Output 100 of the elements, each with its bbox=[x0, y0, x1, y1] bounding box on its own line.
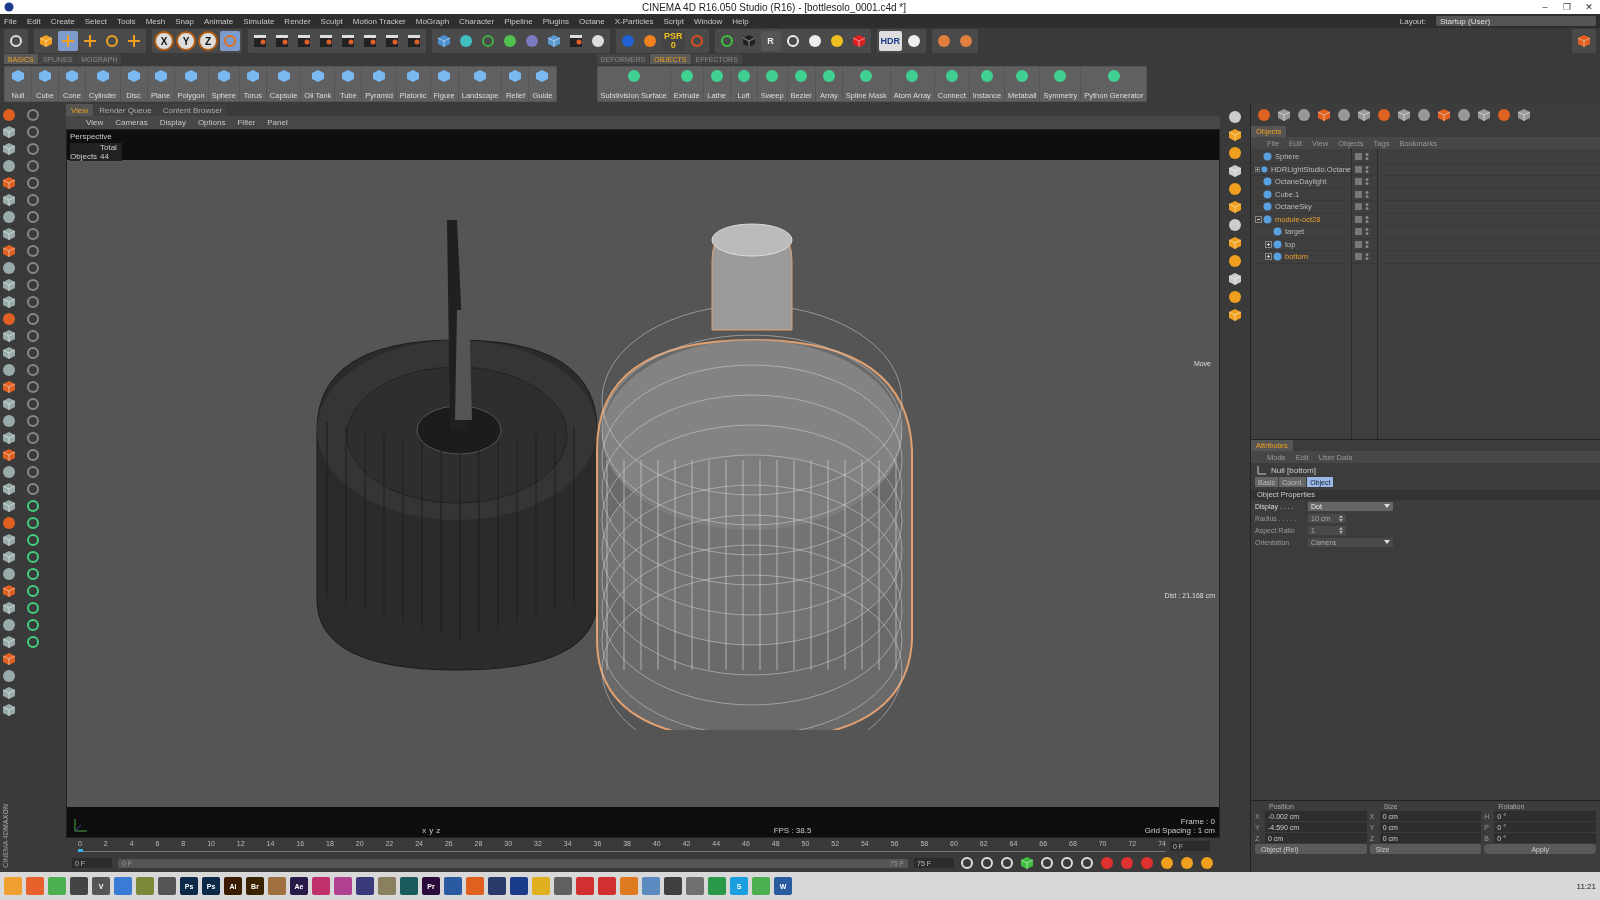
axis-lock-button[interactable]: Y bbox=[176, 31, 196, 51]
cross-icon[interactable] bbox=[127, 34, 141, 48]
expand-toggle-icon[interactable] bbox=[1265, 253, 1272, 261]
menu-item[interactable]: Snap bbox=[175, 16, 194, 26]
cube-icon[interactable] bbox=[547, 34, 561, 48]
keyframe-icon[interactable] bbox=[1100, 856, 1114, 870]
tool-icon[interactable] bbox=[2, 176, 16, 190]
view-menu-item[interactable]: Filter bbox=[237, 118, 256, 127]
manager-icon[interactable] bbox=[1517, 108, 1531, 122]
window-control[interactable]: ❐ bbox=[1556, 2, 1578, 12]
view-menu-item[interactable]: Panel bbox=[267, 118, 288, 127]
cube-icon[interactable] bbox=[2, 703, 16, 717]
view-menu-item[interactable]: Options bbox=[197, 118, 226, 127]
tool-icon[interactable] bbox=[1228, 164, 1242, 178]
tool-icon[interactable] bbox=[2, 346, 16, 360]
cube-icon[interactable] bbox=[2, 363, 16, 377]
tool-icon[interactable] bbox=[1228, 218, 1242, 232]
cube-icon[interactable] bbox=[437, 34, 451, 48]
render-region-button[interactable]: R bbox=[760, 31, 781, 51]
tool-icon[interactable] bbox=[2, 210, 16, 224]
tool-icon[interactable] bbox=[2, 227, 16, 241]
window-control[interactable]: ✕ bbox=[1578, 2, 1600, 12]
menu-item[interactable]: Render bbox=[284, 16, 311, 26]
tool-icon[interactable] bbox=[1228, 200, 1242, 214]
cube-icon[interactable] bbox=[2, 193, 16, 207]
layout-dropdown[interactable]: Startup (User) bbox=[1436, 16, 1596, 26]
tool-icon[interactable] bbox=[2, 329, 16, 343]
manager-icon[interactable] bbox=[1477, 108, 1491, 122]
manager-icon[interactable] bbox=[1397, 108, 1411, 122]
tool-icon[interactable] bbox=[2, 601, 16, 615]
menu-item[interactable]: Mesh bbox=[145, 16, 166, 26]
tool-icon[interactable] bbox=[2, 414, 16, 428]
circle-icon[interactable] bbox=[807, 34, 822, 48]
circle-icon[interactable] bbox=[591, 34, 605, 48]
menu-item[interactable]: Sculpt bbox=[320, 16, 343, 26]
tool-icon[interactable] bbox=[2, 380, 16, 394]
cube-icon[interactable] bbox=[2, 533, 16, 547]
clapperboard-icon[interactable] bbox=[253, 34, 267, 48]
hdr-button[interactable]: HDR bbox=[878, 31, 902, 51]
menu-item[interactable]: Simulate bbox=[243, 16, 275, 26]
circle-icon[interactable] bbox=[503, 34, 517, 48]
menu-item[interactable]: Motion Tracker bbox=[352, 16, 406, 26]
collapse-toggle-icon[interactable] bbox=[1255, 215, 1262, 223]
menu-item[interactable]: Character bbox=[459, 16, 495, 26]
window-control[interactable]: – bbox=[1534, 2, 1556, 12]
tool-icon[interactable] bbox=[2, 669, 16, 683]
tool-icon[interactable] bbox=[1228, 254, 1242, 268]
clapperboard-icon[interactable] bbox=[319, 34, 333, 48]
tool-icon[interactable] bbox=[2, 567, 16, 581]
tool-icon[interactable] bbox=[2, 499, 16, 513]
keyframe-icon[interactable] bbox=[1140, 856, 1154, 870]
cube-icon[interactable] bbox=[2, 108, 16, 122]
manager-icon[interactable] bbox=[1417, 108, 1431, 122]
view-tab[interactable]: Content Browser bbox=[157, 104, 228, 116]
tool-icon[interactable] bbox=[2, 686, 16, 700]
menu-item[interactable]: Plugins bbox=[542, 16, 569, 26]
menu-item[interactable]: Edit bbox=[26, 16, 41, 26]
keyframe-icon[interactable] bbox=[1120, 856, 1134, 870]
tool-icon[interactable] bbox=[2, 159, 16, 173]
psr-button[interactable]: PSR 0 bbox=[662, 31, 685, 51]
tool-icon[interactable] bbox=[2, 482, 16, 496]
keyframe-icon[interactable] bbox=[1200, 856, 1214, 870]
tool-icon[interactable] bbox=[1228, 308, 1242, 322]
menu-item[interactable]: Tools bbox=[116, 16, 136, 26]
menu-item[interactable]: Help bbox=[732, 16, 749, 26]
tool-icon[interactable] bbox=[2, 261, 16, 275]
menu-item[interactable]: Create bbox=[50, 16, 75, 26]
keyframe-icon[interactable] bbox=[1180, 856, 1194, 870]
tool-icon[interactable] bbox=[2, 652, 16, 666]
menu-item[interactable]: Pipeline bbox=[504, 16, 533, 26]
tool-icon[interactable] bbox=[2, 125, 16, 139]
cube-icon[interactable] bbox=[2, 448, 16, 462]
tool-icon[interactable] bbox=[2, 465, 16, 479]
manager-icon[interactable] bbox=[1277, 108, 1291, 122]
tool-icon[interactable] bbox=[1228, 272, 1242, 286]
cube-icon[interactable] bbox=[2, 618, 16, 632]
tool-icon[interactable] bbox=[1228, 182, 1242, 196]
menu-item[interactable]: Script bbox=[663, 16, 684, 26]
manager-icon[interactable] bbox=[1357, 108, 1371, 122]
circle-icon[interactable] bbox=[459, 34, 473, 48]
manager-icon[interactable] bbox=[1337, 108, 1351, 122]
expand-toggle-icon[interactable] bbox=[1255, 165, 1261, 173]
view-menu-item[interactable]: Cameras bbox=[115, 118, 148, 127]
clapperboard-icon[interactable] bbox=[385, 34, 399, 48]
manager-icon[interactable] bbox=[1257, 108, 1271, 122]
manager-icon[interactable] bbox=[1377, 108, 1391, 122]
view-tab[interactable]: View bbox=[66, 104, 94, 116]
clapperboard-icon[interactable] bbox=[407, 34, 421, 48]
keyframe-icon[interactable] bbox=[1160, 856, 1174, 870]
clapperboard-icon[interactable] bbox=[297, 34, 311, 48]
tool-icon[interactable] bbox=[2, 397, 16, 411]
view-menu-item[interactable]: View bbox=[86, 118, 104, 127]
manager-icon[interactable] bbox=[1317, 108, 1331, 122]
tool-icon[interactable] bbox=[1228, 146, 1242, 160]
clapperboard-icon[interactable] bbox=[341, 34, 355, 48]
tool-icon[interactable] bbox=[2, 244, 16, 258]
view-menu-item[interactable]: Display bbox=[159, 118, 186, 127]
play-icon[interactable] bbox=[1020, 856, 1034, 870]
sphere-icon[interactable] bbox=[907, 34, 921, 48]
menu-item[interactable]: Animate bbox=[203, 16, 234, 26]
